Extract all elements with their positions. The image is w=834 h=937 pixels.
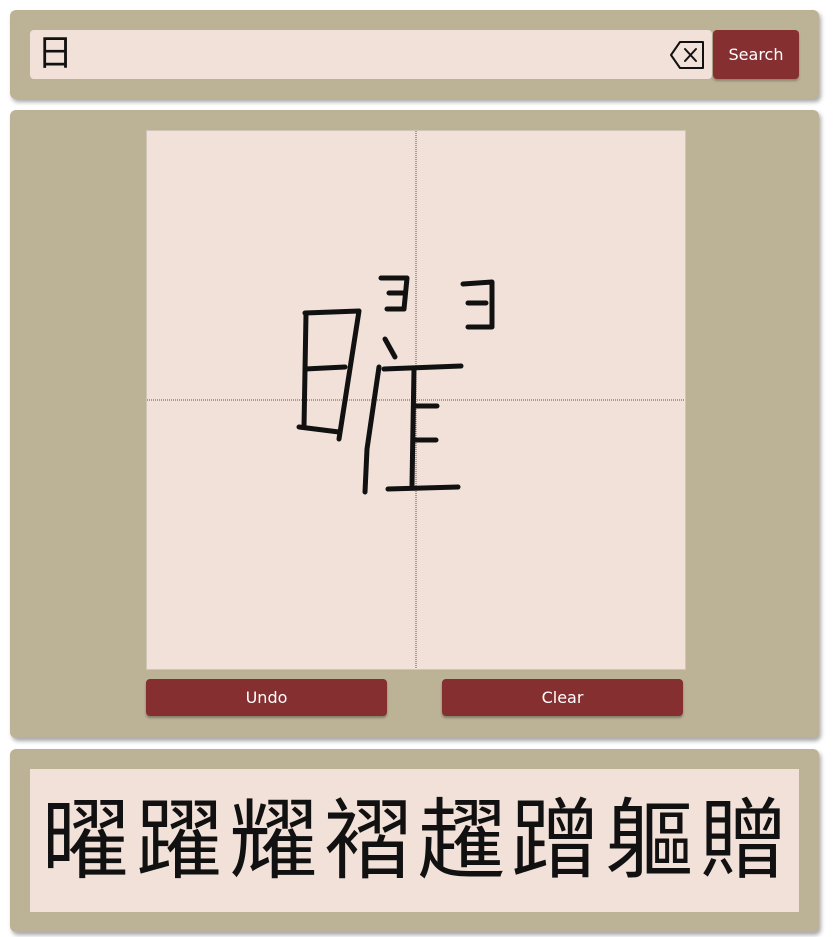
candidate-character[interactable]: 蹭 — [509, 790, 603, 891]
search-input[interactable]: 日 — [30, 30, 712, 79]
drawn-character-strokes — [296, 275, 495, 495]
backspace-x-icon[interactable] — [670, 39, 706, 71]
search-input-value: 日 — [37, 33, 74, 74]
candidate-character[interactable]: 趯 — [415, 790, 509, 891]
candidate-character[interactable]: 曜 — [39, 790, 133, 891]
results-panel: 曜 躍 耀 褶 趯 蹭 軀 贈 — [10, 749, 819, 932]
candidate-list: 曜 躍 耀 褶 趯 蹭 軀 贈 — [30, 769, 799, 912]
candidate-character[interactable]: 耀 — [227, 790, 321, 891]
candidate-character[interactable]: 褶 — [321, 790, 415, 891]
search-button[interactable]: Search — [713, 30, 799, 79]
search-panel: 日 Search — [10, 10, 819, 99]
drawing-panel: Undo Clear — [10, 110, 819, 738]
clear-button[interactable]: Clear — [442, 679, 683, 716]
undo-button[interactable]: Undo — [146, 679, 387, 716]
candidate-character[interactable]: 贈 — [697, 790, 791, 891]
handwriting-canvas[interactable] — [146, 130, 686, 670]
candidate-character[interactable]: 軀 — [603, 790, 697, 891]
candidate-character[interactable]: 躍 — [133, 790, 227, 891]
